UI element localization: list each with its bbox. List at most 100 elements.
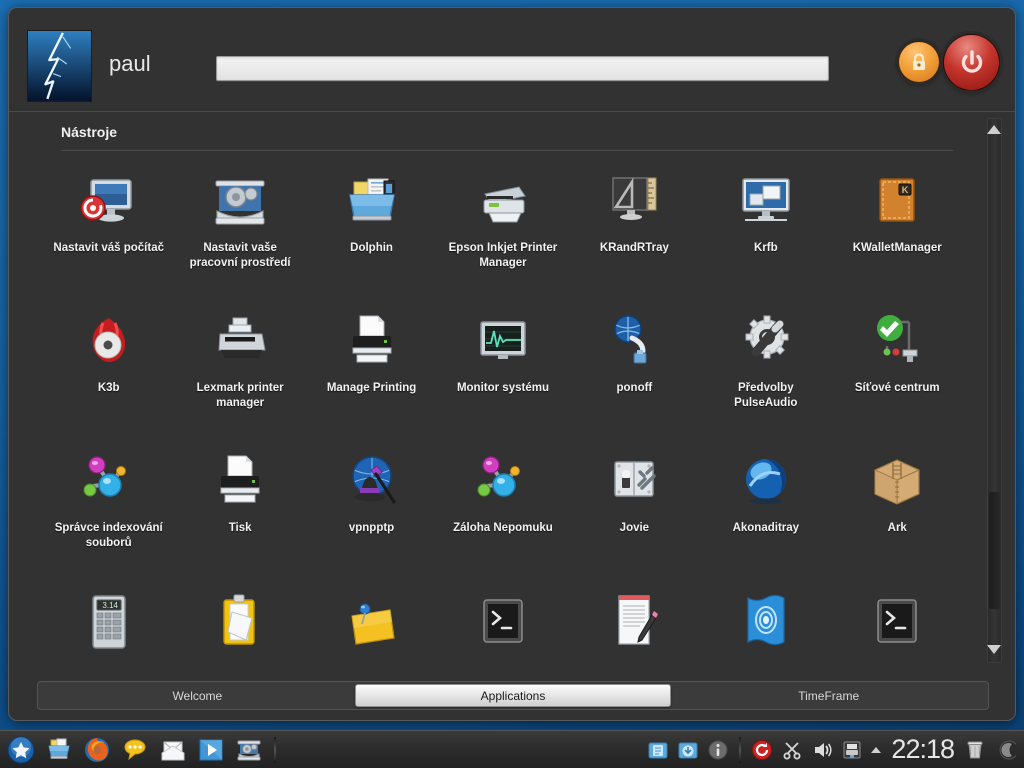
app-item-terminal-2[interactable] <box>832 579 963 664</box>
app-item-akonaditray[interactable]: Akonaditray <box>700 439 831 579</box>
app-item-nepomuk-indexer[interactable]: Správce indexování souborů <box>43 439 174 579</box>
pager-icon[interactable] <box>992 737 1018 763</box>
app-item-jovie[interactable]: Jovie <box>569 439 700 579</box>
app-item-nepomuk-backup[interactable]: Záloha Nepomuku <box>437 439 568 579</box>
taskbar-divider <box>274 736 276 763</box>
app-label: Dolphin <box>350 242 393 254</box>
folder-download-icon[interactable] <box>675 737 701 763</box>
lock-screen-button[interactable] <box>898 41 940 83</box>
app-item-krandrtray[interactable]: KRandRTray <box>569 159 700 299</box>
nepomuk-indexer-icon <box>77 450 141 514</box>
app-label: Akonaditray <box>732 522 800 534</box>
desktop-background: paul Nástroje Nastavit váš počítač Nasta… <box>0 0 1024 768</box>
update-icon[interactable] <box>749 737 775 763</box>
app-item-dolphin[interactable]: Dolphin <box>306 159 437 299</box>
app-label: vpnpptp <box>348 522 395 534</box>
system-settings-icon <box>77 170 141 234</box>
terminal-icon <box>471 590 535 654</box>
manage-printing-icon <box>340 310 404 374</box>
power-button[interactable] <box>943 34 1000 91</box>
app-label: Nastavit váš počítač <box>53 242 164 254</box>
desktop-settings-icon <box>208 170 272 234</box>
app-item-pulseaudio-prefs[interactable]: Předvolby PulseAudio <box>700 299 831 439</box>
tab-welcome[interactable]: Welcome <box>40 684 355 707</box>
group-divider <box>61 149 953 151</box>
app-label: KWalletManager <box>852 242 942 254</box>
scroll-up-arrow-icon[interactable] <box>987 125 1001 134</box>
app-item-vpnpptp[interactable]: vpnpptp <box>306 439 437 579</box>
app-item-print[interactable]: Tisk <box>174 439 305 579</box>
app-label: Epson Inkjet Printer Manager <box>448 242 558 270</box>
app-item-blue-disc[interactable] <box>700 579 831 664</box>
app-item-epson-printer-manager[interactable]: Epson Inkjet Printer Manager <box>437 159 568 299</box>
system-monitor-icon <box>471 310 535 374</box>
kickoff-star-icon[interactable] <box>4 735 38 765</box>
klipper-scissors-icon[interactable] <box>779 737 805 763</box>
text-editor-icon <box>602 590 666 654</box>
group-title: Nástroje <box>61 124 118 140</box>
app-item-clipboard[interactable] <box>174 579 305 664</box>
launcher-header: paul <box>9 8 1015 112</box>
trash-icon[interactable] <box>962 737 988 763</box>
search-input[interactable] <box>216 56 829 81</box>
app-label: Krfb <box>753 242 778 254</box>
app-label: Monitor systému <box>456 382 549 394</box>
app-item-text-editor[interactable] <box>569 579 700 664</box>
app-item-kwalletmanager[interactable]: K KWalletManager <box>832 159 963 299</box>
app-item-sticky-note[interactable] <box>306 579 437 664</box>
app-item-network-center[interactable]: Síťové centrum <box>832 299 963 439</box>
taskbar: 22:18 <box>0 730 1024 768</box>
clock[interactable]: 22:18 <box>891 734 955 765</box>
krandrtray-icon <box>602 170 666 234</box>
settings-icon[interactable] <box>232 735 266 765</box>
app-label: Správce indexování souborů <box>54 522 163 550</box>
app-item-terminal[interactable] <box>437 579 568 664</box>
app-item-lexmark-printer-manager[interactable]: Lexmark printer manager <box>174 299 305 439</box>
firefox-icon[interactable] <box>80 735 114 765</box>
app-label: Nastavit vaše pracovní prostředí <box>189 242 291 270</box>
app-item-krfb[interactable]: Krfb <box>700 159 831 299</box>
tab-applications[interactable]: Applications <box>354 684 672 707</box>
app-item-system-monitor[interactable]: Monitor systému <box>437 299 568 439</box>
lock-icon <box>913 53 925 70</box>
app-item-system-settings[interactable]: Nastavit váš počítač <box>43 159 174 299</box>
tab-bar: Welcome Applications TimeFrame <box>37 681 989 710</box>
ponoff-network-icon <box>602 310 666 374</box>
app-item-ark[interactable]: Ark <box>832 439 963 579</box>
app-item-manage-printing[interactable]: Manage Printing <box>306 299 437 439</box>
folder-blue-icon[interactable] <box>645 737 671 763</box>
file-manager-icon[interactable] <box>42 735 76 765</box>
printer-tray-icon[interactable] <box>839 737 865 763</box>
system-tray: 22:18 <box>643 734 1024 765</box>
app-item-k3b[interactable]: K3b <box>43 299 174 439</box>
media-player-icon[interactable] <box>194 735 228 765</box>
app-label: K3b <box>97 382 120 394</box>
terminal-icon <box>865 590 929 654</box>
scrollbar-thumb[interactable] <box>989 492 1000 609</box>
user-avatar[interactable] <box>27 30 92 102</box>
k3b-icon <box>77 310 141 374</box>
app-item-calculator[interactable]: 3.14 <box>43 579 174 664</box>
applications-pane: Nástroje Nastavit váš počítač Nastavit v… <box>9 113 1015 664</box>
clipboard-icon <box>208 590 272 654</box>
nepomuk-backup-icon <box>471 450 535 514</box>
mail-icon[interactable] <box>156 735 190 765</box>
ark-archive-icon <box>865 450 929 514</box>
app-item-desktop-settings[interactable]: Nastavit vaše pracovní prostředí <box>174 159 305 299</box>
svg-text:3.14: 3.14 <box>102 601 118 610</box>
app-label: Předvolby PulseAudio <box>734 382 798 410</box>
print-icon <box>208 450 272 514</box>
info-icon[interactable] <box>705 737 731 763</box>
app-label: Manage Printing <box>326 382 417 394</box>
grid-row: 3.14 <box>43 579 963 664</box>
network-center-icon <box>865 310 929 374</box>
scroll-down-arrow-icon[interactable] <box>987 645 1001 654</box>
tab-timeframe[interactable]: TimeFrame <box>671 684 986 707</box>
app-label: Tisk <box>228 522 252 534</box>
app-label: Jovie <box>619 522 650 534</box>
volume-icon[interactable] <box>809 737 835 763</box>
chat-icon[interactable] <box>118 735 152 765</box>
app-item-ponoff[interactable]: ponoff <box>569 299 700 439</box>
vertical-scrollbar[interactable] <box>987 118 1002 663</box>
tray-expand-arrow-icon[interactable] <box>871 746 882 753</box>
